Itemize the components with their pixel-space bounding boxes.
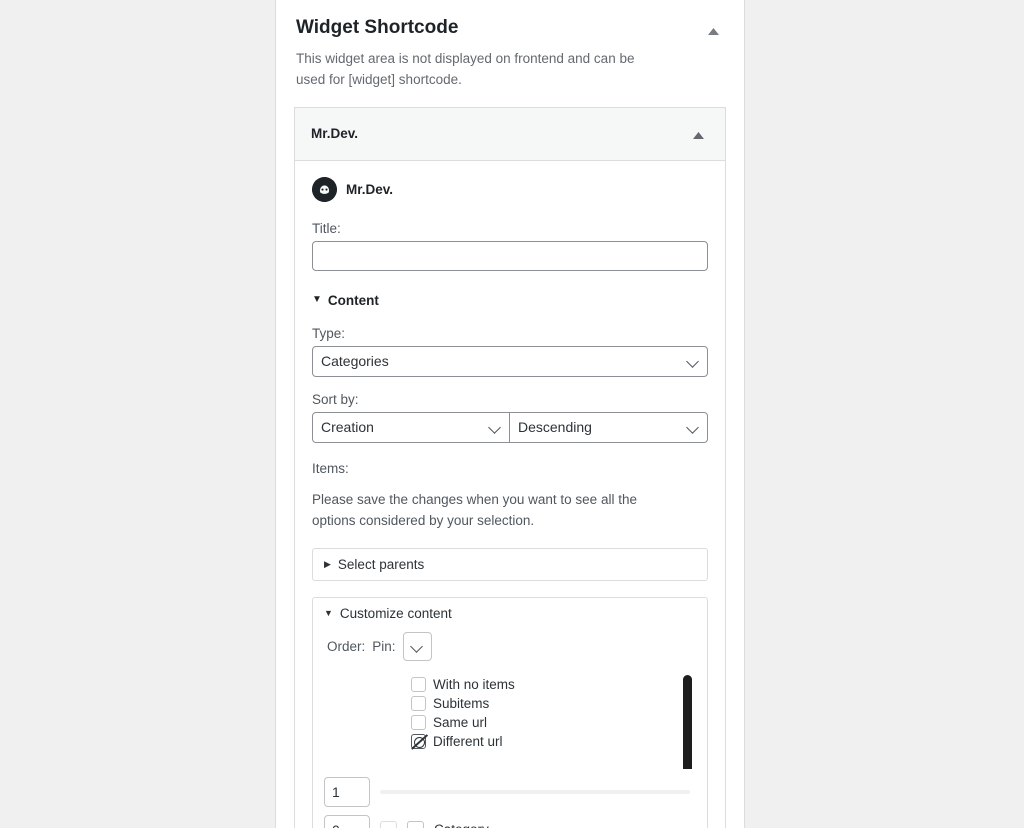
customize-content-label: Customize content [339, 605, 452, 621]
sort-direction-select[interactable]: Descending [510, 411, 708, 443]
widget-header-title: Mr.Dev. [311, 126, 359, 142]
pin-select[interactable] [402, 631, 432, 661]
option-label-same-url: Same url [433, 714, 488, 730]
option-label-with-no-items: With no items [433, 676, 515, 692]
type-select-wrap: Categories [312, 345, 708, 377]
plugin-brand: Mr.Dev. [312, 176, 708, 202]
avatar-icon [312, 176, 337, 202]
checkbox-with-no-items[interactable] [411, 676, 426, 692]
select-parents-box: ▶ Select parents [312, 547, 708, 581]
row-one-divider [380, 789, 690, 794]
checkbox-category-label: Category [434, 822, 489, 828]
row-one [324, 776, 696, 807]
pin-label: Pin: [372, 638, 396, 654]
order-pin-row: Order: Pin: [327, 631, 696, 661]
type-label: Type: [312, 325, 346, 341]
title-label: Title: [312, 220, 341, 236]
sort-row: Creation Descending [312, 411, 708, 443]
options-scroll-area[interactable]: With no items Subitems Same url Differen… [324, 673, 696, 769]
caret-down-icon: ▼ [312, 294, 322, 306]
page-title: Widget Shortcode [296, 17, 459, 38]
sort-key-select[interactable]: Creation [312, 411, 510, 443]
option-row-different-url[interactable]: Different url [411, 732, 696, 751]
customize-content-box: ▼ Customize content Order: Pin: With no … [312, 596, 708, 828]
row-one-number-input[interactable] [324, 776, 370, 807]
plugin-brand-name: Mr.Dev. [346, 181, 394, 197]
option-row-subitems[interactable]: Subitems [411, 694, 696, 713]
widget-header[interactable]: Mr.Dev. [295, 107, 725, 161]
checkbox-excluded-different-url[interactable] [411, 733, 426, 749]
sort-field-block: Sort by: Creation Descending [312, 392, 708, 443]
row-two-number-input[interactable] [324, 814, 370, 828]
caret-right-icon: ▶ [324, 558, 331, 569]
type-field-block: Type: Categories [312, 326, 708, 377]
widget-mrdev: Mr.Dev. Mr.Dev. Title: ▼ Content Type: C… [294, 106, 726, 828]
order-label: Order: [327, 638, 366, 654]
items-label: Items: [312, 460, 349, 476]
customize-content-toggle[interactable]: ▼ Customize content [313, 598, 707, 629]
sort-key-select-wrap: Creation [312, 411, 510, 443]
screen: Widget Shortcode This widget area is not… [0, 0, 1024, 828]
select-parents-toggle[interactable]: ▶ Select parents [313, 549, 707, 580]
checkbox-category[interactable] [407, 821, 424, 828]
customize-content-body: Order: Pin: With no items Subitems Same … [313, 631, 707, 828]
pin-select-wrap [402, 631, 432, 661]
option-row-same-url[interactable]: Same url [411, 713, 696, 732]
options-scrollbar-thumb[interactable] [683, 674, 692, 769]
checkbox-subitems[interactable] [411, 695, 426, 711]
collapse-up-icon[interactable] [702, 20, 724, 42]
content-section-label: Content [327, 292, 379, 308]
caret-down-icon-2: ▼ [324, 608, 333, 619]
sort-direction-select-wrap: Descending [510, 411, 708, 443]
widget-body: Mr.Dev. Title: ▼ Content Type: Categorie… [295, 161, 725, 828]
option-label-different-url: Different url [433, 733, 503, 749]
title-field-block: Title: [312, 221, 708, 271]
select-parents-label: Select parents [337, 556, 425, 572]
widget-area-panel: Widget Shortcode This widget area is not… [275, 0, 745, 828]
option-row-with-no-items[interactable]: With no items [411, 675, 696, 694]
checkbox-same-url[interactable] [411, 714, 426, 730]
type-select[interactable]: Categories [312, 345, 708, 377]
widget-area-header: Widget Shortcode [276, 0, 744, 42]
widget-collapse-up-icon[interactable] [687, 125, 709, 147]
option-label-subitems: Subitems [433, 695, 490, 711]
options-scrollbar[interactable] [683, 674, 692, 769]
widget-area-description: This widget area is not displayed on fro… [296, 51, 635, 87]
title-input[interactable] [312, 240, 708, 271]
items-note: Please save the changes when you want to… [312, 491, 637, 528]
sort-by-label: Sort by: [312, 391, 359, 407]
row-two: Category [324, 814, 696, 828]
checkbox-row-two-unlabeled[interactable] [380, 821, 397, 828]
content-section-toggle[interactable]: ▼ Content [312, 293, 708, 308]
